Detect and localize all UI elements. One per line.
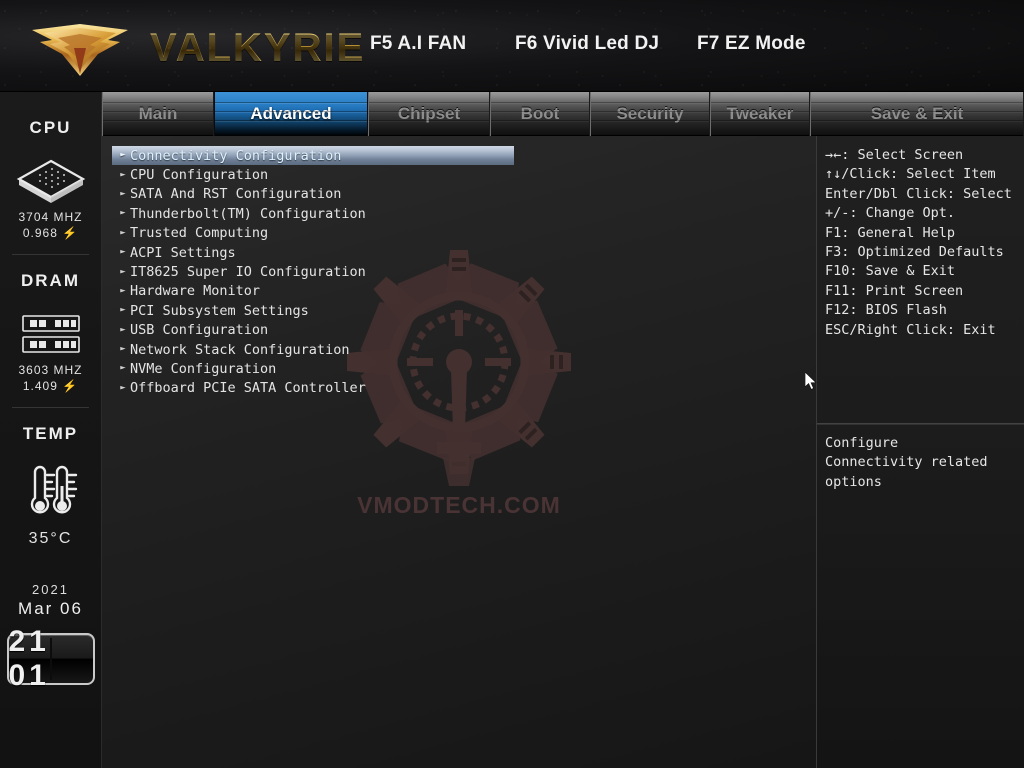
menu-item-pci-subsystem-settings[interactable]: ► PCI Subsystem Settings (112, 301, 522, 320)
help-key-enter-select: Enter/Dbl Click: Select (825, 185, 1012, 202)
clock-month-day: Mar 06 (18, 599, 83, 618)
settings-panel: VMODTECH.COM ► Connectivity Configuration… (102, 136, 816, 768)
chevron-right-icon: ► (120, 382, 126, 393)
tab-label: Security (616, 104, 684, 123)
menu-item-usb-configuration[interactable]: ► USB Configuration (112, 321, 522, 340)
tab-label: Main (138, 104, 178, 123)
menu-item-connectivity-configuration[interactable]: ► Connectivity Configuration (112, 146, 514, 166)
hardware-status-sidebar: CPU 3704 MHZ 0.968 ⚡ DRAM 3603 MHZ 1.409… (0, 92, 102, 768)
advanced-menu-list: ► Connectivity Configuration ► CPU Configu… (112, 146, 522, 398)
menu-item-trusted-computing[interactable]: ► Trusted Computing (112, 224, 522, 243)
memory-module-icon (0, 307, 101, 363)
help-key-list: →←: Select Screen ↑↓/Click: Select Item … (817, 136, 1024, 340)
menu-item-label: Thunderbolt(TM) Configuration (130, 205, 366, 222)
chevron-right-icon: ► (120, 247, 126, 258)
top-banner: VALKYRIE F5 A.I FAN F6 Vivid Led DJ F7 E… (0, 0, 1024, 92)
temp-value: 35°C (28, 530, 73, 547)
menu-item-label: Network Stack Configuration (130, 341, 350, 358)
chevron-right-icon: ► (120, 169, 126, 180)
tab-label: Save & Exit (870, 104, 964, 123)
tab-label: Boot (520, 104, 560, 123)
menu-item-label: PCI Subsystem Settings (130, 302, 309, 319)
tab-tweaker[interactable]: Tweaker (710, 92, 810, 136)
menu-item-label: SATA And RST Configuration (130, 186, 342, 203)
menu-item-label: Trusted Computing (130, 225, 269, 242)
tab-advanced[interactable]: Advanced (214, 92, 368, 136)
clock-year: 2021 (32, 582, 69, 597)
help-key-change-opt: +/-: Change Opt. (825, 205, 956, 222)
brand-wordmark: VALKYRIE (150, 26, 366, 70)
hotkey-f5-ai-fan[interactable]: F5 A.I FAN (370, 33, 466, 55)
menu-item-label: IT8625 Super IO Configuration (130, 264, 366, 281)
menu-item-thunderbolt-configuration[interactable]: ► Thunderbolt(TM) Configuration (112, 204, 522, 223)
menu-item-label: NVMe Configuration (130, 360, 277, 377)
help-key-f10-save-exit: F10: Save & Exit (825, 263, 956, 280)
menu-item-network-stack-configuration[interactable]: ► Network Stack Configuration (112, 340, 522, 359)
menu-item-label: ACPI Settings (130, 244, 236, 261)
help-key-f3-optimized-defaults: F3: Optimized Defaults (825, 244, 1004, 261)
help-key-select-item: ↑↓/Click: Select Item (825, 166, 996, 183)
dram-section-title: DRAM (21, 271, 80, 290)
chevron-right-icon: ► (120, 285, 126, 296)
help-key-esc-exit: ESC/Right Click: Exit (825, 321, 996, 338)
cpu-frequency-value: 3704 MHZ (18, 210, 83, 224)
help-panel: →←: Select Screen ↑↓/Click: Select Item … (816, 136, 1024, 768)
tab-main[interactable]: Main (102, 92, 214, 136)
dram-frequency-value: 3603 MHZ (18, 363, 83, 377)
menu-item-nvme-configuration[interactable]: ► NVMe Configuration (112, 359, 522, 378)
chevron-right-icon: ► (120, 305, 126, 316)
tab-chipset[interactable]: Chipset (368, 92, 490, 136)
main-tab-bar: Main Advanced Chipset Boot Security Twea… (102, 92, 1024, 136)
menu-item-label: USB Configuration (130, 322, 269, 339)
sidebar-divider-2 (12, 407, 89, 408)
menu-item-it8625-super-io-configuration[interactable]: ► IT8625 Super IO Configuration (112, 262, 522, 281)
chevron-right-icon: ► (120, 227, 126, 238)
menu-item-label: Offboard PCIe SATA Controller (130, 380, 366, 397)
tab-boot[interactable]: Boot (490, 92, 590, 136)
chevron-right-icon: ► (120, 266, 126, 277)
tab-label: Tweaker (726, 104, 794, 123)
help-description-line: Connectivity related (825, 454, 988, 471)
flip-clock[interactable]: 21 01 (6, 625, 95, 692)
cpu-section-title: CPU (29, 118, 72, 137)
cpu-voltage-value: 0.968 ⚡ (22, 226, 79, 240)
watermark-text: VMODTECH.COM (357, 492, 561, 518)
thermometer-icon (0, 460, 101, 522)
chevron-right-icon: ► (120, 150, 126, 161)
help-description-line: Configure (825, 435, 899, 451)
hotkey-f6-vivid-led-dj[interactable]: F6 Vivid Led DJ (515, 33, 659, 55)
help-key-f1-general-help: F1: General Help (825, 224, 956, 241)
tab-save-and-exit[interactable]: Save & Exit (810, 92, 1024, 136)
menu-item-cpu-configuration[interactable]: ► CPU Configuration (112, 165, 522, 184)
menu-item-label: Connectivity Configuration (130, 147, 342, 164)
menu-item-label: CPU Configuration (130, 167, 269, 184)
cpu-chip-icon (0, 154, 101, 210)
chevron-right-icon: ► (120, 208, 126, 219)
mouse-cursor (805, 372, 817, 390)
chevron-right-icon: ► (120, 188, 126, 199)
tab-label: Advanced (250, 104, 332, 123)
chevron-right-icon: ► (120, 344, 126, 355)
hotkey-f7-ez-mode[interactable]: F7 EZ Mode (697, 33, 806, 55)
help-description-line: options (825, 473, 882, 490)
help-panel-divider (817, 423, 1024, 425)
chevron-right-icon: ► (120, 324, 126, 335)
help-key-f11-print-screen: F11: Print Screen (825, 282, 964, 299)
dram-voltage-value: 1.409 ⚡ (22, 379, 79, 393)
help-description: Configure Connectivity related options (825, 434, 1018, 492)
menu-item-offboard-pcie-sata-controller[interactable]: ► Offboard PCIe SATA Controller (112, 379, 522, 398)
menu-item-acpi-settings[interactable]: ► ACPI Settings (112, 243, 522, 262)
help-key-select-screen: →←: Select Screen (825, 147, 964, 163)
tab-label: Chipset (397, 104, 461, 123)
menu-item-hardware-monitor[interactable]: ► Hardware Monitor (112, 282, 522, 301)
clock-time: 21 01 (8, 625, 50, 692)
menu-item-sata-and-rst-configuration[interactable]: ► SATA And RST Configuration (112, 185, 522, 204)
chevron-right-icon: ► (120, 363, 126, 374)
help-key-f12-bios-flash: F12: BIOS Flash (825, 302, 947, 319)
tab-security[interactable]: Security (590, 92, 710, 136)
temp-section-title: TEMP (22, 424, 79, 443)
sidebar-divider-1 (12, 254, 89, 255)
menu-item-label: Hardware Monitor (130, 283, 261, 300)
valkyrie-wing-logo-icon (32, 24, 128, 76)
